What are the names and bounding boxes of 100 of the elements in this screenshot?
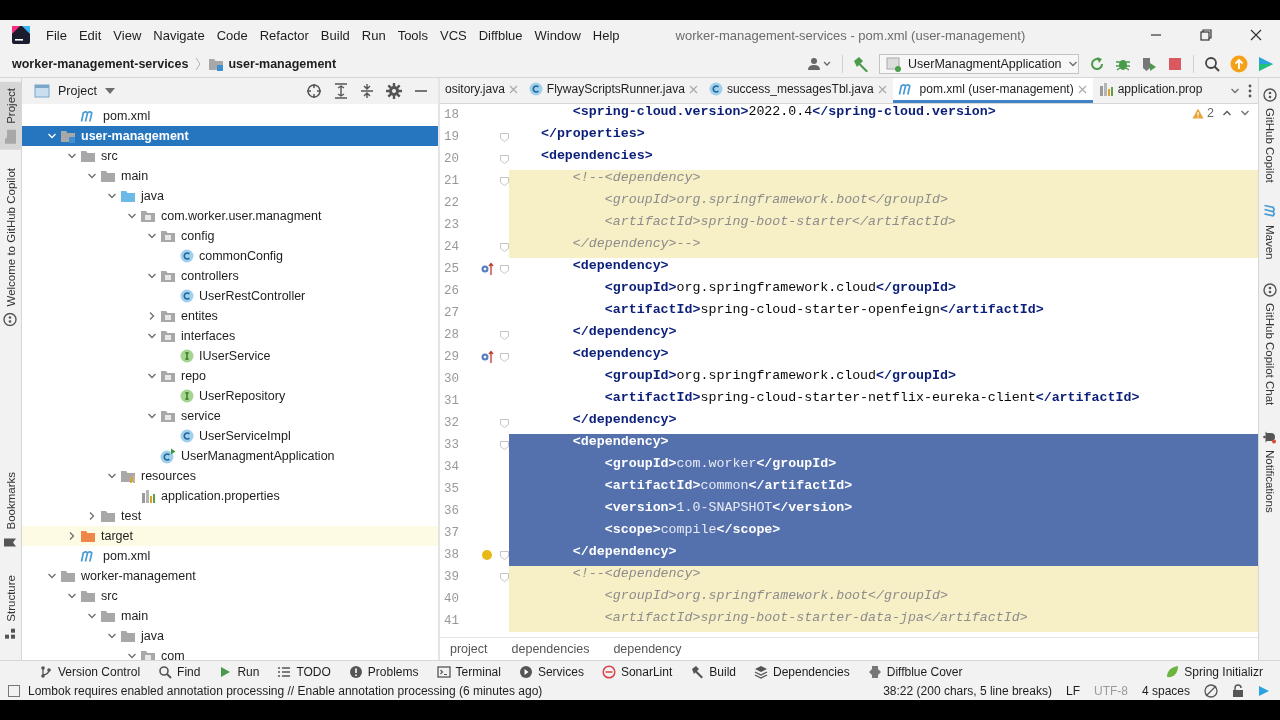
tool-window-tab[interactable]: GitHub Copilot Chat <box>1259 277 1280 412</box>
tool-window-button[interactable]: Version Control <box>30 661 150 682</box>
chevron-down-icon[interactable] <box>147 371 157 381</box>
tree-item[interactable]: IUserService <box>22 346 438 366</box>
tree-item[interactable]: controllers <box>22 266 438 286</box>
tree-item[interactable]: resources <box>22 466 438 486</box>
tool-window-button[interactable]: Build <box>681 661 745 682</box>
menu-item[interactable]: View <box>107 27 148 43</box>
tool-window-tab[interactable]: Welcome to GitHub Copilot <box>0 161 21 333</box>
tool-window-tab[interactable]: Maven <box>1259 200 1280 266</box>
stop-icon[interactable] <box>1167 55 1183 72</box>
settings-icon[interactable] <box>386 83 402 99</box>
tool-window-button[interactable]: Spring Initializr <box>1156 661 1272 682</box>
run-configuration-dropdown[interactable]: UserManagmentApplication <box>879 53 1079 74</box>
chevron-up-icon[interactable] <box>1222 108 1232 118</box>
fold-marker-icon[interactable] <box>499 572 509 582</box>
chevron-down-icon[interactable] <box>1240 108 1250 118</box>
chevron-down-icon[interactable] <box>87 611 97 621</box>
chevron-down-icon[interactable] <box>107 631 117 641</box>
tool-window-tab[interactable]: Structure <box>0 569 21 646</box>
tree-item[interactable]: java <box>22 186 438 206</box>
chevron-right-icon[interactable] <box>87 511 97 521</box>
more-icon[interactable] <box>1248 83 1252 98</box>
dependency-marker-icon[interactable] <box>479 262 494 276</box>
plugin-icon[interactable] <box>1258 55 1274 72</box>
tool-window-tab[interactable]: Project <box>0 82 21 150</box>
tree-item[interactable]: main <box>22 166 438 186</box>
close-icon[interactable] <box>1250 29 1262 41</box>
chevron-down-icon[interactable] <box>147 231 157 241</box>
chevron-right-icon[interactable] <box>67 531 77 541</box>
locate-icon[interactable] <box>306 83 322 99</box>
chevron-down-icon[interactable] <box>147 331 157 341</box>
breadcrumb[interactable]: dependency <box>613 642 682 656</box>
chevron-down-icon[interactable] <box>127 211 137 221</box>
tool-window-tab[interactable]: Bookmarks <box>0 465 21 556</box>
fold-marker-icon[interactable] <box>499 440 509 450</box>
tree-item[interactable]: target <box>22 526 438 546</box>
status-message[interactable]: Lombok requires enabled annotation processing // Enable annotation processing (6 minutes ago) <box>28 684 543 698</box>
collapse-all-icon[interactable] <box>360 83 374 99</box>
chevron-down-icon[interactable] <box>107 471 117 481</box>
tool-window-button[interactable]: Diffblue Cover <box>858 661 972 682</box>
menu-item[interactable]: Help <box>586 27 626 43</box>
panel-title-dropdown[interactable]: Project <box>34 84 115 98</box>
chevron-down-icon[interactable] <box>47 131 57 141</box>
tree-item[interactable]: UserRepository <box>22 386 438 406</box>
chevron-down-icon[interactable] <box>47 571 57 581</box>
expand-all-icon[interactable] <box>334 83 348 99</box>
breadcrumb[interactable]: user-management <box>206 56 339 71</box>
caret-position[interactable]: 38:22 (200 chars, 5 line breaks) <box>883 684 1052 698</box>
tree-item[interactable]: entites <box>22 306 438 326</box>
tool-window-button[interactable]: TODO <box>268 661 340 682</box>
editor-tab[interactable]: success_messagesTbl.java <box>703 78 893 103</box>
tree-item[interactable]: UserManagmentApplication <box>22 446 438 466</box>
tree-item[interactable]: test <box>22 506 438 526</box>
menu-item[interactable]: Run <box>355 27 392 43</box>
editor-tab[interactable]: application.prop <box>1092 78 1209 103</box>
editor-tab[interactable]: ository.java <box>440 78 524 103</box>
breadcrumb[interactable]: dependencies <box>511 642 590 656</box>
breadcrumb[interactable]: worker-management-services <box>10 56 191 71</box>
tree-item[interactable]: main <box>22 606 438 626</box>
menu-item[interactable]: Diffblue <box>472 27 529 43</box>
status-toggle-icon[interactable] <box>8 685 20 697</box>
tool-window-button[interactable]: Run <box>209 661 269 682</box>
chevron-down-icon[interactable] <box>107 191 117 201</box>
tree-item[interactable]: UserRestController <box>22 286 438 306</box>
fold-marker-icon[interactable] <box>499 352 509 362</box>
editor-tab[interactable]: pom.xml (user-management) <box>892 78 1093 103</box>
menu-item[interactable]: Build <box>314 27 356 43</box>
chevron-down-icon[interactable] <box>147 271 157 281</box>
tree-item[interactable]: UserServiceImpl <box>22 426 438 446</box>
tree-item[interactable]: repo <box>22 366 438 386</box>
tree-item[interactable]: application.properties <box>22 486 438 506</box>
fold-marker-icon[interactable] <box>499 132 509 142</box>
tree-item[interactable]: service <box>22 406 438 426</box>
tool-window-button[interactable]: Problems <box>339 661 428 682</box>
restore-icon[interactable] <box>1200 29 1212 41</box>
tree-item[interactable]: java <box>22 626 438 646</box>
fold-marker-icon[interactable] <box>499 330 509 340</box>
chevron-down-icon[interactable] <box>67 151 77 161</box>
chevron-down-icon[interactable] <box>87 171 97 181</box>
line-separator[interactable]: LF <box>1065 684 1080 698</box>
tree-item[interactable]: pom.xml <box>22 106 438 126</box>
tool-window-button[interactable]: Terminal <box>427 661 510 682</box>
tool-window-button[interactable]: Services <box>509 661 593 682</box>
menu-item[interactable]: Edit <box>72 27 108 43</box>
user-icon[interactable] <box>808 56 832 71</box>
chevron-down-icon[interactable] <box>127 651 137 660</box>
tool-window-button[interactable]: Dependencies <box>745 661 859 682</box>
lock-icon[interactable] <box>1232 684 1244 698</box>
menu-item[interactable]: Tools <box>391 27 434 43</box>
fold-marker-icon[interactable] <box>499 176 509 186</box>
fold-marker-icon[interactable] <box>499 154 509 164</box>
warning-count[interactable]: 2 <box>1192 106 1214 120</box>
search-icon[interactable] <box>1204 55 1220 72</box>
chevron-down-icon[interactable] <box>67 591 77 601</box>
tool-window-tab[interactable]: GitHub Copilot <box>1259 82 1280 189</box>
tree-item[interactable]: src <box>22 586 438 606</box>
tree-item[interactable]: src <box>22 146 438 166</box>
menu-item[interactable]: Navigate <box>147 27 211 43</box>
breadcrumb[interactable]: project <box>450 642 488 656</box>
